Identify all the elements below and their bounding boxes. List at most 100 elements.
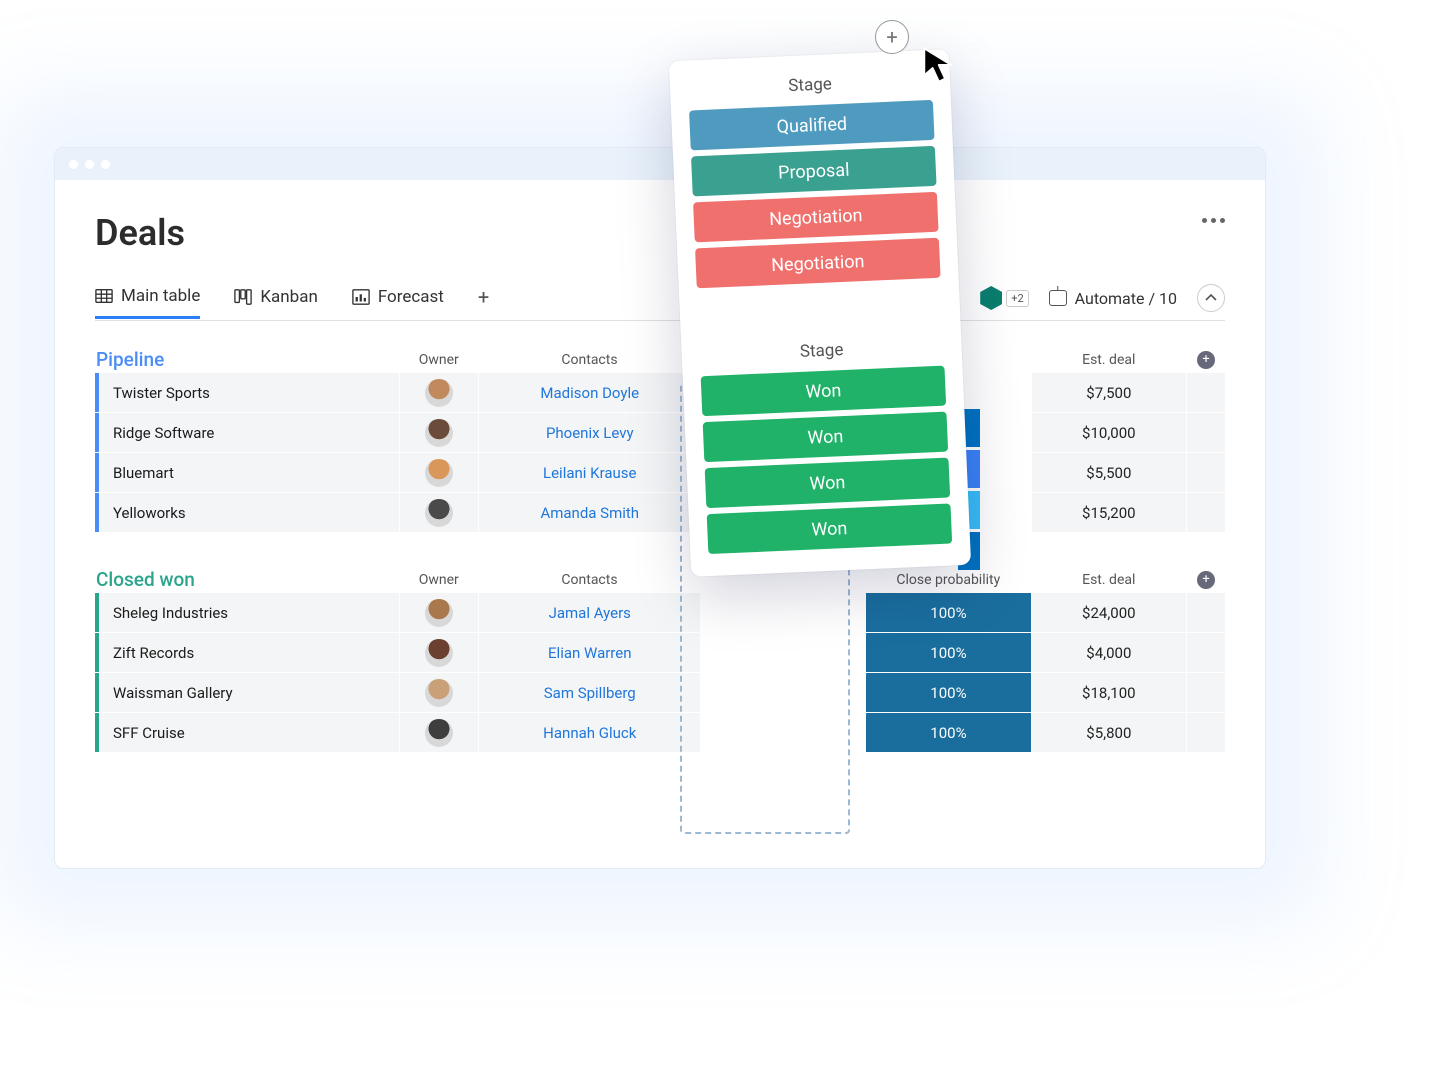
est-cell[interactable]: $24,000 [1031,593,1187,632]
table-row[interactable]: SFF Cruise Hannah Gluck 100%$5,800 [95,713,1225,753]
deal-name[interactable]: Waissman Gallery [95,673,399,712]
table-row[interactable]: Bluemart Leilani Krause $5,500 [95,453,1225,493]
est-cell[interactable]: $5,800 [1031,713,1187,752]
stage-pill[interactable]: Won [705,458,951,509]
group-title[interactable]: Closed won [96,568,195,591]
table-row[interactable]: Zift Records Elian Warren 100%$4,000 [95,633,1225,673]
tab-forecast[interactable]: Forecast [352,287,444,317]
deal-name[interactable]: Twister Sports [95,373,399,412]
owner-cell[interactable] [399,413,479,452]
more-menu[interactable] [1202,218,1225,223]
traffic-light [85,160,94,169]
integrations-badge[interactable]: +2 [980,286,1028,310]
tab-main-table[interactable]: Main table [95,286,200,319]
plus-icon: + [1197,571,1215,589]
owner-cell[interactable] [399,713,479,752]
col-est[interactable]: Est. deal [1030,347,1186,372]
est-cell[interactable]: $15,200 [1031,493,1187,532]
avatar [425,459,453,487]
stage-pill[interactable]: Won [703,412,949,463]
integrations-count: +2 [1006,290,1028,307]
tab-label: Main table [121,286,200,306]
tab-kanban[interactable]: Kanban [234,287,317,317]
stage-pill[interactable]: Proposal [691,146,937,197]
stage-pill[interactable]: Qualified [689,100,935,151]
contact-link[interactable]: Amanda Smith [478,493,700,532]
table-row[interactable]: Ridge Software Phoenix Levy $10,000 [95,413,1225,453]
deal-name[interactable]: SFF Cruise [95,713,399,752]
est-cell[interactable]: $4,000 [1031,633,1187,672]
col-prob[interactable]: Close probability [865,567,1030,592]
deal-name[interactable]: Sheleg Industries [95,593,399,632]
prob-cell[interactable]: 100% [865,673,1030,712]
stage-cell [700,593,865,632]
group-pipeline: Pipeline Owner Contacts Est. deal + Twis… [95,347,1225,533]
robot-icon [1049,290,1067,306]
stage-card-title: Stage [688,70,933,101]
table-row[interactable]: Sheleg Industries Jamal Ayers 100%$24,000 [95,593,1225,633]
app-window: Deals Main table Kanban Forecast + [55,148,1265,868]
contact-link[interactable]: Jamal Ayers [478,593,700,632]
contact-link[interactable]: Leilani Krause [478,453,700,492]
deal-name[interactable]: Zift Records [95,633,399,672]
deal-name[interactable]: Yelloworks [95,493,399,532]
extra-cell [1186,493,1225,532]
prob-cell[interactable]: 100% [865,633,1030,672]
owner-cell[interactable] [399,633,479,672]
owner-cell[interactable] [399,453,479,492]
contact-link[interactable]: Elian Warren [478,633,700,672]
est-cell[interactable]: $10,000 [1031,413,1187,452]
automate-button[interactable]: Automate / 10 [1049,289,1177,308]
owner-cell[interactable] [399,593,479,632]
table-icon [95,287,113,305]
plus-icon: + [1197,351,1215,369]
add-column-button[interactable]: + [1186,567,1225,592]
stage-pill[interactable]: Won [707,503,953,554]
col-owner[interactable]: Owner [398,567,478,592]
contact-link[interactable]: Hannah Gluck [478,713,700,752]
stage-pill[interactable]: Negotiation [693,192,939,243]
prob-cell[interactable]: 100% [865,593,1030,632]
stage-pill[interactable]: Won [701,366,947,417]
table-row[interactable]: Waissman Gallery Sam Spillberg 100%$18,100 [95,673,1225,713]
tab-label: Forecast [378,287,444,307]
add-stage-button[interactable]: + [875,20,909,54]
col-est[interactable]: Est. deal [1030,567,1186,592]
group-title[interactable]: Pipeline [96,348,164,371]
owner-cell[interactable] [399,373,479,412]
col-contacts[interactable]: Contacts [478,347,700,372]
tab-label: Kanban [260,287,317,307]
add-column-button[interactable]: + [1186,347,1225,372]
collapse-button[interactable] [1197,284,1225,312]
stage-drag-card[interactable]: Stage QualifiedProposalNegotiationNegoti… [669,49,971,577]
avatar [425,639,453,667]
contact-link[interactable]: Madison Doyle [478,373,700,412]
hex-icon [980,286,1002,310]
est-cell[interactable]: $18,100 [1031,673,1187,712]
extra-cell [1186,593,1225,632]
avatar [425,679,453,707]
owner-cell[interactable] [399,493,479,532]
automate-label: Automate / 10 [1075,289,1177,308]
stage-cell [700,633,865,672]
deal-name[interactable]: Bluemart [95,453,399,492]
col-contacts[interactable]: Contacts [478,567,700,592]
contact-link[interactable]: Phoenix Levy [478,413,700,452]
est-cell[interactable]: $7,500 [1031,373,1187,412]
add-view-button[interactable]: + [478,285,489,319]
prob-cell[interactable]: 100% [865,713,1030,752]
table-row[interactable]: Twister Sports Madison Doyle $7,500 [95,373,1225,413]
group-closed-won: Closed won Owner Contacts Close probabil… [95,567,1225,753]
contact-link[interactable]: Sam Spillberg [478,673,700,712]
view-tabs: Main table Kanban Forecast + +2 [95,284,1225,321]
extra-cell [1186,453,1225,492]
deal-name[interactable]: Ridge Software [95,413,399,452]
extra-cell [1186,673,1225,712]
avatar [425,719,453,747]
owner-cell[interactable] [399,673,479,712]
group-header-row: Pipeline Owner Contacts Est. deal + [95,347,1225,373]
col-owner[interactable]: Owner [398,347,478,372]
table-row[interactable]: Yelloworks Amanda Smith $15,200 [95,493,1225,533]
avatar [425,419,453,447]
est-cell[interactable]: $5,500 [1031,453,1187,492]
